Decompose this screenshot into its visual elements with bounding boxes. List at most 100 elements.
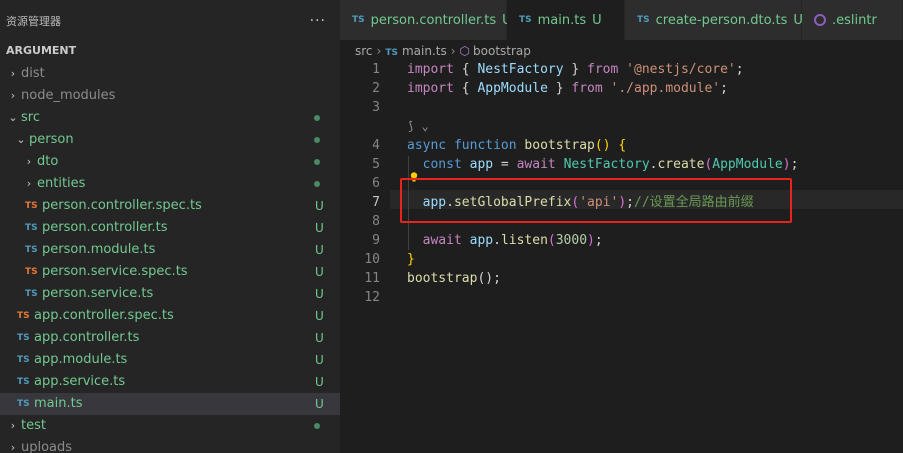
code-line[interactable]: 6 [340,174,903,193]
code-text: app.setGlobalPrefix('api');//设置全局路由前缀 [407,193,754,212]
typescript-file-icon: TS [25,289,38,299]
chevron-right-icon: › [376,44,382,58]
file-item[interactable]: TS app.controller.ts U [0,327,340,349]
git-status-badge: U [592,12,602,28]
typescript-file-icon: TS [519,15,532,25]
git-status-badge: U [315,375,324,389]
code-line[interactable]: 9 await app.listen(3000); [340,231,903,250]
code-line[interactable]: 7 app.setGlobalPrefix('api');//设置全局路由前缀 [340,193,903,212]
tree-item-label: person.controller.ts [42,220,168,235]
code-line[interactable]: 8 [340,212,903,231]
editor-tab[interactable]: .eslintr [802,0,903,40]
code-text: const app = await NestFactory.create(App… [407,155,799,174]
tab-label: main.ts [537,12,587,28]
code-token: NestFactory [477,62,564,77]
code-token: //设置全局路由前缀 [634,195,754,210]
tree-item-label: main.ts [34,396,83,411]
file-item[interactable]: TS person.controller.ts U [0,217,340,239]
code-token: '@nestjs/core' [626,62,736,77]
file-item[interactable]: TS app.module.ts U [0,349,340,371]
folder-item[interactable]: › entities [0,173,340,195]
file-item[interactable]: TS person.service.spec.ts U [0,261,340,283]
code-token: { [453,62,478,77]
tree-item-label: app.service.ts [34,374,126,389]
git-status-badge: U [315,397,324,411]
breadcrumb-folder[interactable]: src [355,44,373,58]
chevron-right-icon: › [26,177,32,190]
file-item[interactable]: TS app.service.ts U [0,371,340,393]
eslint-icon [814,14,826,26]
folder-item[interactable]: › test [0,415,340,437]
editor-tab[interactable]: TS create-person.dto.ts U [625,0,803,40]
tree-item-label: app.module.ts [34,352,128,367]
tab-label: .eslintr [832,12,877,28]
code-token: ; [735,62,744,77]
code-token: ( [547,233,556,248]
folder-item[interactable]: ⌄ person [0,129,340,151]
line-number: 1 [372,62,380,77]
code-token: } [407,252,415,267]
code-text: await app.listen(3000); [407,231,603,250]
code-text: import { NestFactory } from '@nestjs/cor… [407,60,744,79]
code-line[interactable]: 1 import { NestFactory } from '@nestjs/co… [340,60,903,79]
line-number: 4 [372,138,380,153]
workspace-section-title[interactable]: ARGUMENT [0,42,340,60]
git-modified-dot [314,137,320,143]
code-line[interactable]: 2 import { AppModule } from './app.module… [340,79,903,98]
git-modified-dot [314,181,320,187]
file-item[interactable]: TS app.controller.spec.ts U [0,305,340,327]
line-number: 3 [372,100,380,115]
code-token: from [587,62,619,77]
git-modified-dot [314,423,320,429]
code-line[interactable]: 3 [340,98,903,117]
copilot-sparkle-icon[interactable]: ⟆ ⌄ [407,117,429,136]
code-token: . [446,195,454,210]
folder-item[interactable]: › uploads [0,437,340,453]
code-text: import { AppModule } from './app.module'… [407,79,728,98]
line-number: 10 [364,252,380,267]
code-token: from [571,81,603,96]
file-item[interactable]: TS person.service.ts U [0,283,340,305]
tree-item-label: dto [37,154,59,169]
code-token: await [516,157,556,172]
code-token: { [453,81,478,96]
typescript-file-icon: TS [637,15,650,25]
more-actions-icon[interactable]: ··· [310,13,326,29]
chevron-down-icon: ⌄ [16,133,26,146]
code-line[interactable]: 4 async function bootstrap() { [340,136,903,155]
code-token: ) [587,233,595,248]
breadcrumb-file[interactable]: main.ts [402,44,447,58]
breadcrumb-symbol[interactable]: bootstrap [473,44,531,58]
code-token: bootstrap [524,138,595,153]
code-line[interactable]: 10} [340,250,903,269]
folder-item[interactable]: › node_modules [0,85,340,107]
code-token: } [547,81,572,96]
code-token: const [422,157,462,172]
tree-item-label: person.module.ts [42,242,156,257]
chevron-down-icon: ⌄ [8,111,18,124]
code-token: app [469,157,494,172]
typescript-file-icon: TS [25,267,38,277]
code-line[interactable]: 5 const app = await NestFactory.create(A… [340,155,903,174]
typescript-file-icon: TS [17,355,30,365]
folder-item[interactable]: › dto [0,151,340,173]
editor-area: TSperson.controller.tsUTSmain.tsUTScreat… [340,0,903,453]
code-lens-row: ⟆ ⌄ [340,117,903,136]
editor-tab[interactable]: TSperson.controller.tsU [340,0,512,40]
typescript-file-icon: TS [17,377,30,387]
code-token: create [657,157,705,172]
code-line[interactable]: 12 [340,288,903,307]
folder-item[interactable]: ⌄ src [0,107,340,129]
folder-item[interactable]: › dist [0,63,340,85]
file-item[interactable]: TS person.module.ts U [0,239,340,261]
file-item[interactable]: TS person.controller.spec.ts U [0,195,340,217]
code-token: NestFactory [563,157,650,172]
editor-tab[interactable]: TS main.ts U [507,0,625,40]
code-line[interactable]: 11 bootstrap(); [340,269,903,288]
file-item[interactable]: TS main.ts U [0,393,340,415]
line-number: 12 [364,290,380,305]
